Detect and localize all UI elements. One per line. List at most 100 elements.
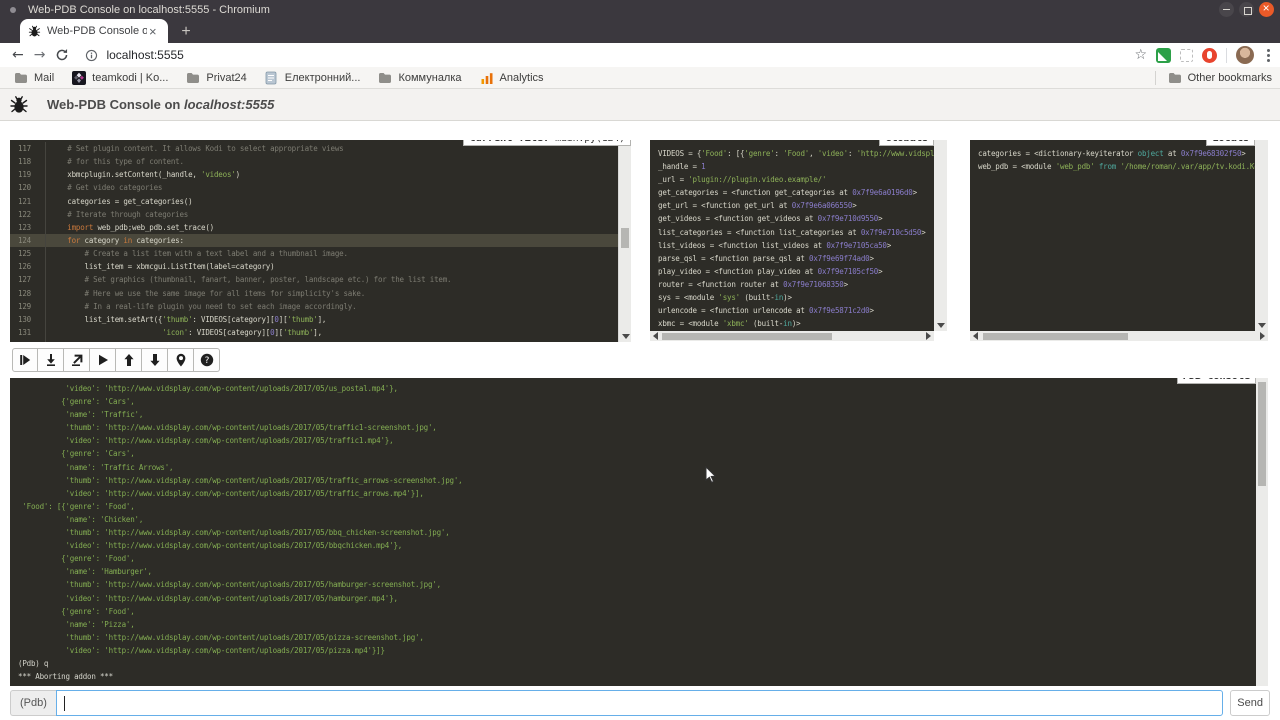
bookmark-item[interactable]: teamkodi | Ko... (72, 71, 168, 85)
locals-vertical-scrollbar[interactable] (1255, 140, 1268, 331)
code-line-127: 127 # Set graphics (thumbnail, fanart, b… (10, 273, 618, 286)
console-line: 'video': 'http://www.vidsplay.com/wp-con… (18, 539, 1256, 552)
code-line-122: 122 # Iterate through categories (10, 208, 618, 221)
console-line: *** Aborting addon *** (18, 670, 1256, 683)
return-button[interactable] (64, 348, 90, 372)
where-icon (174, 353, 188, 367)
continue-button[interactable] (90, 348, 116, 372)
bookmark-item[interactable]: Privat24 (186, 71, 246, 85)
code-line-126: 126 list_item = xbmcgui.ListItem(label=c… (10, 260, 618, 273)
globals-lines: VIDEOS = {'Food': [{'genre': 'Food', 'vi… (650, 140, 934, 330)
globals-horizontal-scrollbar[interactable] (650, 331, 934, 341)
code-line-123: 123 import web_pdb;web_pdb.set_trace() (10, 221, 618, 234)
code-line-118: 118 # for this type of content. (10, 155, 618, 168)
up-icon (122, 353, 136, 367)
webpdb-bug-icon (9, 95, 29, 115)
console-line: 'thumb': 'http://www.vidsplay.com/wp-con… (18, 421, 1256, 434)
tab-close-icon[interactable]: × (149, 25, 157, 38)
scrollbar-thumb[interactable] (1258, 382, 1266, 486)
bookmark-item[interactable]: Analytics (480, 71, 544, 85)
scroll-down-icon[interactable] (622, 334, 630, 339)
down-icon (148, 353, 162, 367)
code-line-131: 131 'icon': VIDEOS[category][0]['thumb']… (10, 326, 618, 339)
scroll-down-icon[interactable] (1258, 323, 1266, 328)
help-button[interactable]: ? (194, 348, 220, 372)
console-line: 'video': 'http://www.vidsplay.com/wp-con… (18, 592, 1256, 605)
forward-icon[interactable]: → (34, 48, 46, 62)
bug-icon (28, 25, 41, 38)
globals-line: router = <function router at 0x7f9e71068… (658, 278, 934, 291)
other-bookmarks-button[interactable]: Other bookmarks (1168, 71, 1272, 85)
current-file-name: main.py(124) (555, 140, 625, 144)
console-vertical-scrollbar[interactable] (1256, 378, 1268, 686)
console-line: {'genre': 'Cars', (18, 395, 1256, 408)
current-file-panel: Current file: main.py(124) 117 # Set plu… (10, 140, 631, 342)
locals-horizontal-scrollbar[interactable] (970, 331, 1268, 341)
bookmarks-list: Mail teamkodi | Ko... Privat24 Електронний.… (0, 71, 544, 85)
maximize-button[interactable] (1239, 2, 1254, 17)
globals-line: play_video = <function play_video at 0x7… (658, 265, 934, 278)
toolbar-separator (1226, 48, 1227, 63)
scroll-left-icon[interactable] (653, 332, 658, 340)
next-button[interactable] (12, 348, 38, 372)
scrollbar-thumb[interactable] (983, 333, 1128, 340)
globals-line: VIDEOS = {'Food': [{'genre': 'Food', 'vi… (658, 147, 934, 160)
extension-green-icon[interactable] (1156, 48, 1171, 63)
browser-menu-icon[interactable] (1263, 49, 1274, 62)
mouse-cursor (705, 466, 717, 484)
page-title-host: localhost:5555 (184, 97, 274, 112)
code-line-132: 132 'fanart': VIDEOS[category][0]['thumb… (10, 339, 618, 342)
locals-tag: Locals (1206, 140, 1255, 146)
address-bar[interactable]: localhost:5555 (106, 48, 183, 62)
bookmark-item[interactable]: Електронний... (265, 71, 361, 85)
globals-line: _handle = 1 (658, 160, 934, 173)
folder-icon (1168, 71, 1182, 85)
where-button[interactable] (168, 348, 194, 372)
code-lines: 117 # Set plugin content. It allows Kodi… (10, 142, 618, 342)
next-icon (18, 353, 32, 367)
command-input[interactable] (56, 690, 1223, 716)
back-icon[interactable]: ← (12, 48, 24, 62)
globals-line: parse_qsl = <function parse_qsl at 0x7f9… (658, 252, 934, 265)
globals-vertical-scrollbar[interactable] (934, 140, 947, 331)
new-tab-button[interactable]: + (176, 22, 196, 42)
console-line: 'thumb': 'http://www.vidsplay.com/wp-con… (18, 631, 1256, 644)
page-header: Web-PDB Console on localhost:5555 (0, 89, 1280, 121)
console-line: 'name': 'Chicken', (18, 513, 1256, 526)
globals-line: urlencode = <function urlencode at 0x7f9… (658, 304, 934, 317)
scroll-right-icon[interactable] (1260, 332, 1265, 340)
globals-line: get_videos = <function get_videos at 0x7… (658, 212, 934, 225)
bookmark-star-icon[interactable]: ☆ (1134, 47, 1147, 63)
tab-webpdb[interactable]: Web-PDB Console on loca × (20, 19, 168, 43)
extension-disabled-icon[interactable] (1180, 49, 1193, 62)
code-vertical-scrollbar[interactable] (618, 140, 631, 342)
extension-red-icon[interactable] (1202, 48, 1217, 63)
down-button[interactable] (142, 348, 168, 372)
send-button[interactable]: Send (1230, 690, 1270, 716)
step-icon (44, 353, 58, 367)
scrollbar-thumb[interactable] (621, 228, 629, 248)
text-caret (64, 696, 65, 711)
bookmark-item[interactable]: Mail (14, 71, 54, 85)
console-line: 'thumb': 'http://www.vidsplay.com/wp-con… (18, 474, 1256, 487)
close-button[interactable] (1259, 2, 1274, 17)
scroll-left-icon[interactable] (973, 332, 978, 340)
globals-line: sys = <module 'sys' (built-in)> (658, 291, 934, 304)
page-info-icon[interactable] (85, 49, 98, 62)
up-button[interactable] (116, 348, 142, 372)
scroll-right-icon[interactable] (926, 332, 931, 340)
globals-line: get_categories = <function get_categorie… (658, 186, 934, 199)
console-line: (Pdb) q (18, 657, 1256, 670)
code-line-124: 124 for category in categories: (10, 234, 618, 247)
window-title: Web-PDB Console on localhost:5555 - Chro… (28, 4, 270, 16)
reload-icon[interactable] (55, 48, 69, 62)
scrollbar-thumb[interactable] (662, 333, 832, 340)
step-button[interactable] (38, 348, 64, 372)
profile-avatar[interactable] (1236, 46, 1254, 64)
scroll-down-icon[interactable] (937, 323, 945, 328)
bookmark-item[interactable]: Коммуналка (378, 71, 461, 85)
window-titlebar: Web-PDB Console on localhost:5555 - Chro… (0, 0, 1280, 19)
code-line-119: 119 xbmcplugin.setContent(_handle, 'vide… (10, 168, 618, 181)
minimize-button[interactable] (1219, 2, 1234, 17)
continue-icon (96, 353, 110, 367)
